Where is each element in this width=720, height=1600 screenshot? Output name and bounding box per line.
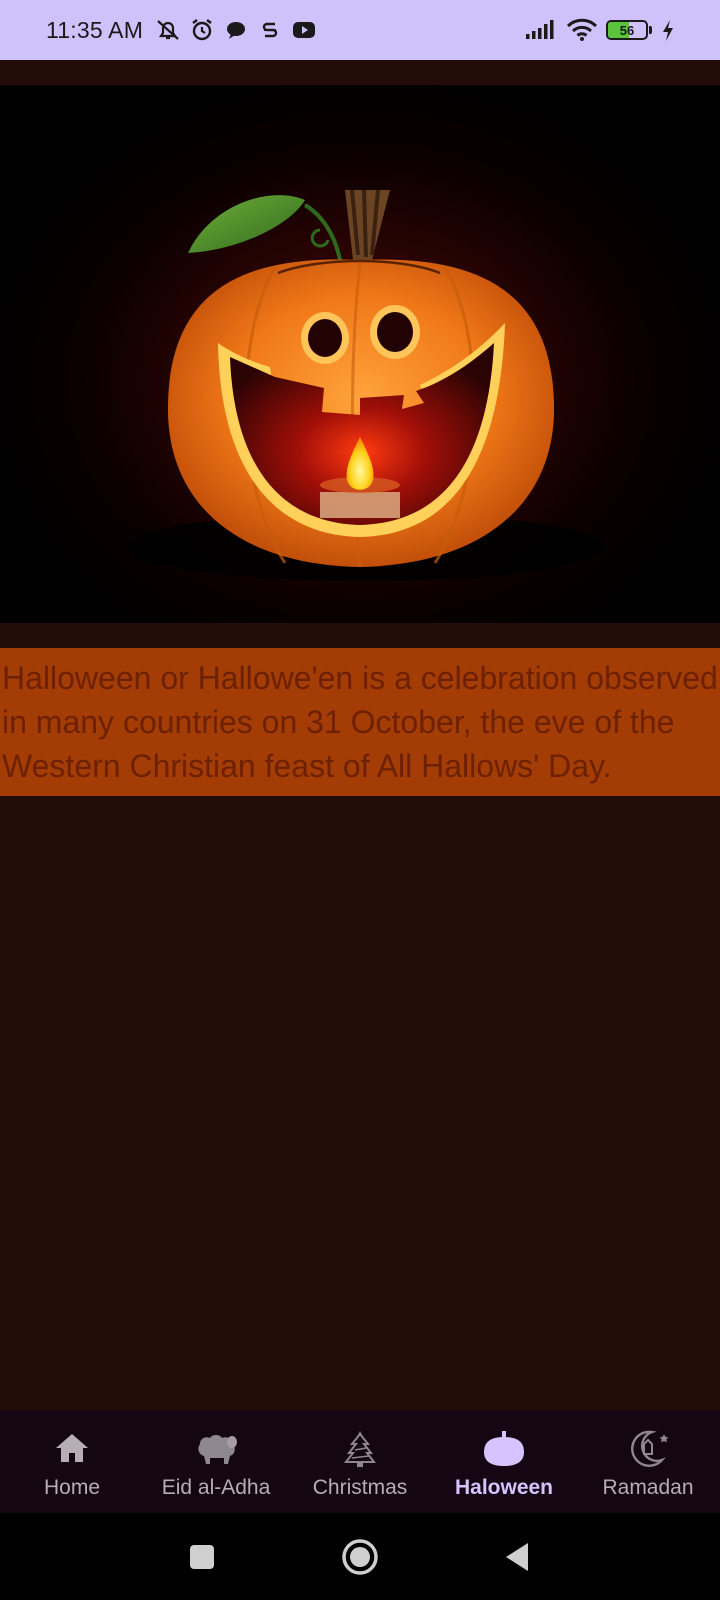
- home-button[interactable]: [340, 1537, 380, 1577]
- signal-icon: [524, 17, 558, 43]
- square-icon: [190, 1544, 214, 1569]
- nav-label-christmas: Christmas: [312, 1476, 408, 1499]
- nav-item-ramadan[interactable]: Ramadan: [576, 1410, 720, 1513]
- back-button[interactable]: [498, 1537, 538, 1577]
- description-panel: Halloween or Hallowe'en is a celebration…: [0, 648, 720, 796]
- system-navigation-bar: [0, 1513, 720, 1600]
- app-screen: 11:35 AM 56 Halloween or Hallowe'en is a…: [0, 0, 720, 1600]
- nav-item-christmas[interactable]: Christmas: [288, 1410, 432, 1513]
- battery-cap: [649, 26, 652, 34]
- battery-body: 56: [606, 20, 648, 40]
- christmas-tree-icon: [338, 1428, 382, 1468]
- nav-label-haloween: Haloween: [454, 1476, 554, 1499]
- battery-level: 56: [619, 22, 635, 38]
- nav-label-home: Home: [43, 1476, 101, 1499]
- bottom-navigation: Home Eid al-Adha Christmas Haloween Rama…: [0, 1410, 720, 1513]
- home-icon: [50, 1428, 94, 1468]
- wifi-icon: [566, 17, 598, 43]
- charging-icon: [660, 17, 676, 43]
- nav-label-ramadan: Ramadan: [602, 1476, 694, 1499]
- back-triangle-icon: [506, 1542, 528, 1571]
- youtube-icon: [291, 17, 317, 43]
- sheep-icon: [194, 1428, 238, 1468]
- description-text: Halloween or Hallowe'en is a celebration…: [2, 660, 718, 784]
- battery-icon: 56: [606, 20, 652, 40]
- alarm-icon: [189, 17, 215, 43]
- s-icon: [257, 17, 283, 43]
- circle-icon: [342, 1538, 378, 1575]
- pumpkin-icon: [482, 1428, 526, 1468]
- halloween-image: [0, 85, 720, 623]
- jack-o-lantern-icon: [125, 189, 605, 581]
- nav-item-haloween[interactable]: Haloween: [432, 1410, 576, 1513]
- status-right: 56: [524, 17, 676, 43]
- recents-button[interactable]: [182, 1537, 222, 1577]
- muted-bell-icon: [155, 17, 181, 43]
- chat-icon: [223, 17, 249, 43]
- nav-item-home[interactable]: Home: [0, 1410, 144, 1513]
- nav-item-eid-al-adha[interactable]: Eid al-Adha: [144, 1410, 288, 1513]
- crescent-lantern-icon: [626, 1428, 670, 1468]
- status-time: 11:35 AM: [46, 16, 144, 43]
- status-bar: 11:35 AM 56: [0, 0, 720, 60]
- nav-label-eid-al-adha: Eid al-Adha: [161, 1476, 271, 1499]
- status-left: 11:35 AM: [46, 17, 317, 44]
